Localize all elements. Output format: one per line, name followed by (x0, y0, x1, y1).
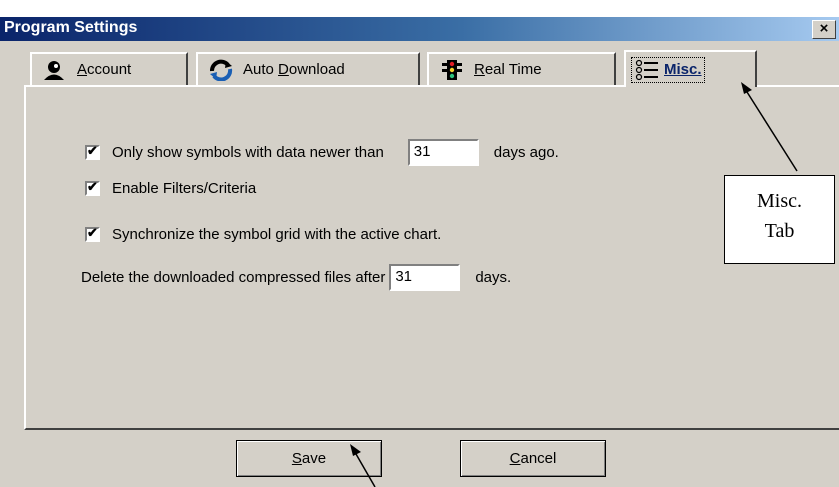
tab-real-time-label: Real Time (474, 61, 542, 78)
enable-filters-checkbox[interactable] (85, 179, 100, 196)
save-button-label: Save (291, 450, 327, 467)
newer-data-days-input[interactable]: 31 (407, 139, 479, 166)
close-button[interactable]: × (812, 20, 836, 39)
tab-misc-label: Misc. (664, 61, 702, 78)
window-title: Program Settings (4, 19, 138, 36)
tab-account[interactable]: Account (30, 52, 188, 85)
misc-tab-annotation-box: Misc. Tab (724, 175, 835, 264)
program-settings-window: Program Settings × Account Auto Download (0, 0, 839, 487)
tab-account-label: Account (77, 61, 132, 78)
sync-grid-label: Synchronize the symbol grid with the act… (112, 226, 442, 243)
newer-data-label: Only show symbols with data newer than (112, 144, 384, 161)
option-newer-data-row: Only show symbols with data newer than 3… (85, 139, 559, 166)
delete-files-days-input[interactable]: 31 (389, 264, 461, 291)
traffic-light-icon (439, 59, 465, 81)
option-sync-grid-row: Synchronize the symbol grid with the act… (85, 225, 442, 243)
tab-auto-download[interactable]: Auto Download (196, 52, 420, 85)
account-icon (42, 59, 68, 81)
annotation-line-1: Misc. (757, 190, 802, 212)
misc-list-icon (634, 59, 660, 81)
option-delete-files-row: Delete the downloaded compressed files a… (81, 264, 511, 291)
delete-files-suffix: days. (475, 269, 512, 286)
delete-files-label: Delete the downloaded compressed files a… (81, 269, 386, 286)
enable-filters-label: Enable Filters/Criteria (112, 180, 257, 197)
top-margin (0, 0, 839, 17)
title-bar[interactable]: Program Settings × (0, 17, 839, 41)
newer-data-suffix: days ago. (493, 144, 559, 161)
tab-misc-focus: Misc. (631, 56, 705, 83)
cancel-button-label: Cancel (509, 450, 557, 467)
tab-real-time[interactable]: Real Time (427, 52, 616, 85)
option-filters-row: Enable Filters/Criteria (85, 179, 257, 197)
newer-data-checkbox[interactable] (85, 143, 100, 160)
tab-misc[interactable]: Misc. (624, 50, 757, 87)
cancel-button[interactable]: Cancel (460, 440, 606, 477)
save-button[interactable]: Save (236, 440, 382, 477)
auto-download-icon (208, 59, 234, 81)
misc-settings-panel (24, 85, 839, 430)
annotation-line-2: Tab (764, 220, 795, 242)
tab-auto-download-label: Auto Download (243, 61, 345, 78)
sync-grid-checkbox[interactable] (85, 225, 100, 242)
